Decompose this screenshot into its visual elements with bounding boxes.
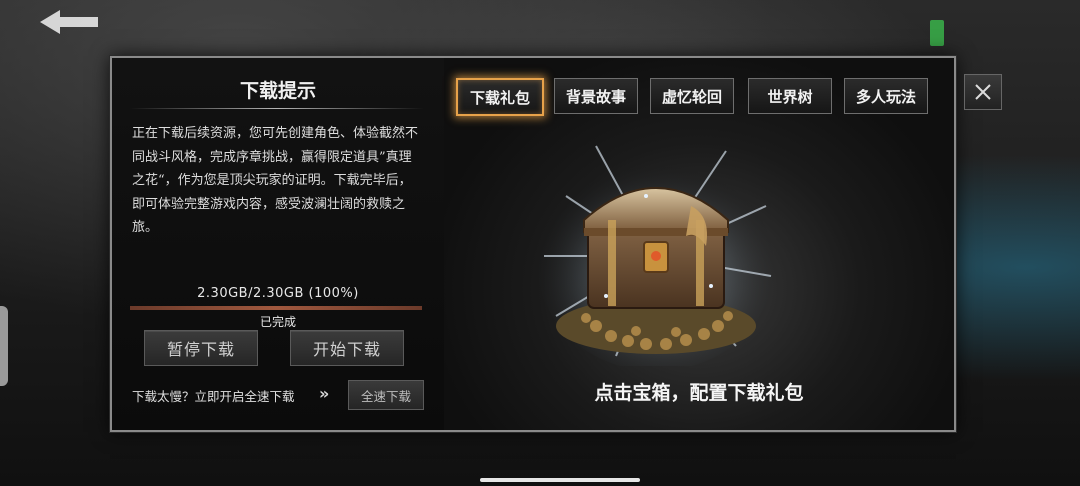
tab-memory-cycle[interactable]: 虚忆轮回 [650,78,734,114]
double-chevron-right-icon: » [319,384,330,403]
download-progress-fill [130,306,422,310]
back-arrow-icon [40,10,98,34]
panel-title: 下载提示 [239,80,316,102]
tab-world-tree[interactable]: 世界树 [748,78,832,114]
title-divider [130,108,424,109]
tab-download-gift[interactable]: 下载礼包 [456,78,544,116]
treasure-chest[interactable] [536,136,776,371]
download-size-text: 2.30GB/2.30GB (100%) [197,286,359,301]
gift-pack-panel: 下载礼包 背景故事 虚忆轮回 世界树 多人玩法 点击宝箱，配置下载礼包 [444,58,954,430]
start-download-button[interactable]: 开始下载 [290,330,404,366]
home-indicator[interactable] [480,478,640,482]
treasure-chest-icon [538,145,774,371]
back-button[interactable] [38,8,104,36]
tab-multiplayer[interactable]: 多人玩法 [844,78,928,114]
download-progress-bar [130,306,422,310]
gift-pack-call-to-action: 点击宝箱，配置下载礼包 [594,382,804,404]
side-handle[interactable] [0,306,8,386]
download-dialog: 下载提示 正在下载后续资源，您可先创建角色、体验截然不同战斗风格，完成序章挑战，… [110,56,956,432]
download-info-panel: 下载提示 正在下载后续资源，您可先创建角色、体验截然不同战斗风格，完成序章挑战，… [112,58,445,430]
full-speed-download-button[interactable]: 全速下载 [348,380,424,410]
tab-background-story[interactable]: 背景故事 [554,78,638,114]
status-marker [930,20,944,46]
download-status: 已完成 [259,315,296,329]
pause-download-button[interactable]: 暂停下载 [144,330,258,366]
close-icon [975,84,991,100]
download-description: 正在下载后续资源，您可先创建角色、体验截然不同战斗风格，完成序章挑战，赢得限定道… [132,126,419,235]
slow-download-prompt: 下载太慢？立即开启全速下载 [132,389,295,404]
close-button[interactable] [964,74,1002,110]
